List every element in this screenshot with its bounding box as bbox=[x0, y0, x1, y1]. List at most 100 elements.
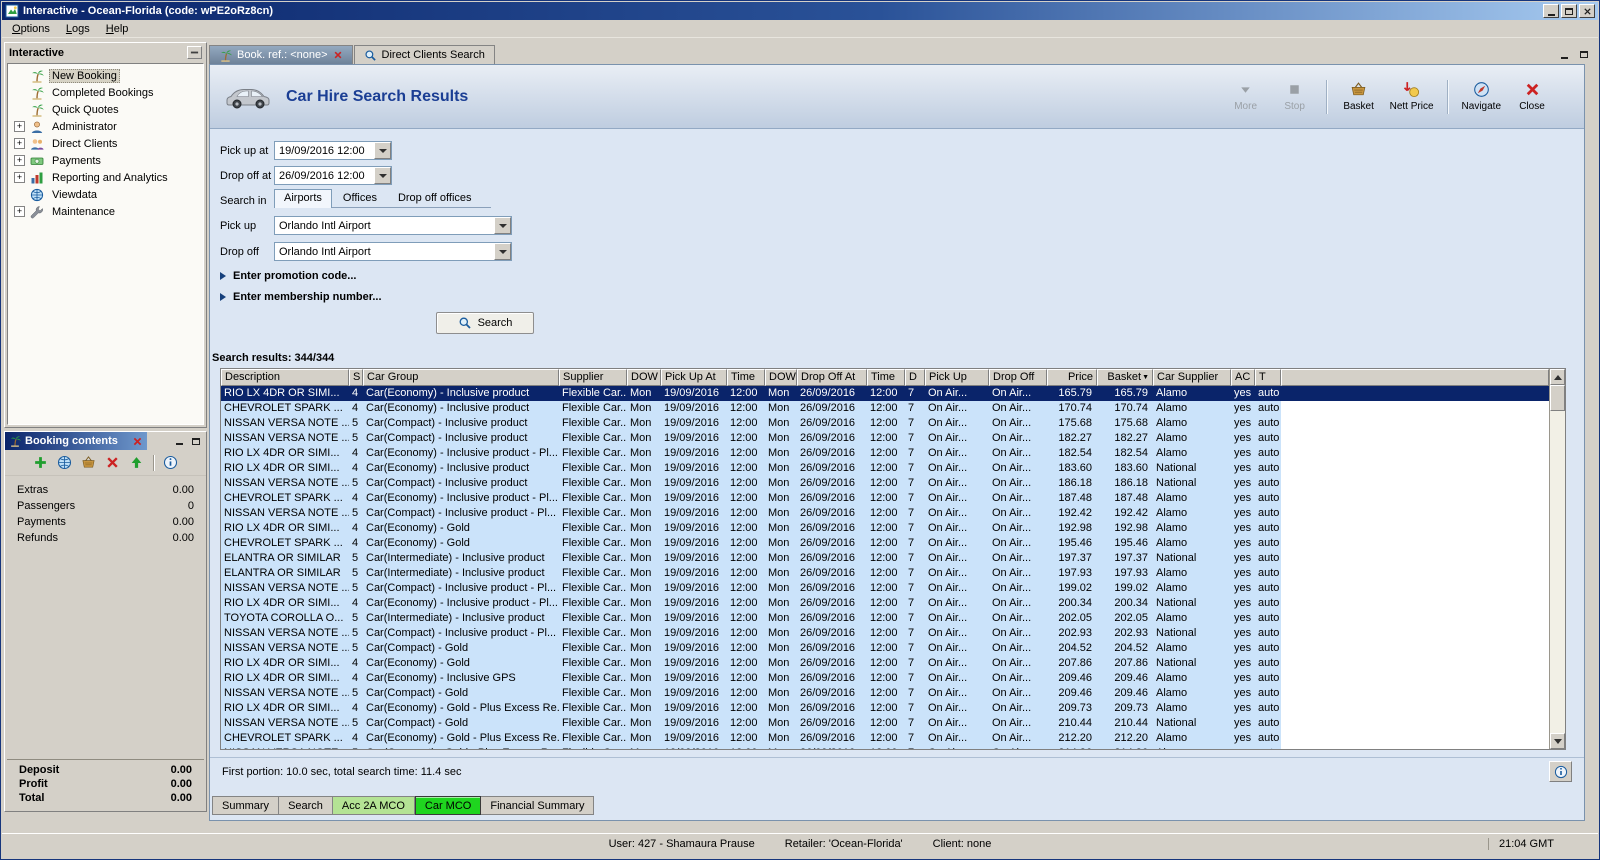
sidebar-item-administrator[interactable]: + Administrator bbox=[8, 118, 203, 135]
info-button[interactable] bbox=[1549, 761, 1572, 782]
bottom-tab-acc-2a-mco[interactable]: Acc 2A MCO bbox=[332, 796, 415, 815]
result-row-5[interactable]: RIO LX 4DR OR SIMI... 4 Car(Economy) - Inc… bbox=[221, 461, 1549, 476]
restore-panel-button[interactable] bbox=[189, 435, 203, 448]
column-header-ac-16[interactable]: AC bbox=[1231, 369, 1255, 386]
result-row-19[interactable]: RIO LX 4DR OR SIMI... 4 Car(Economy) - Inc… bbox=[221, 671, 1549, 686]
chevron-down-icon[interactable] bbox=[374, 167, 391, 184]
dropoff-at-input[interactable]: 26/09/2016 12:00 bbox=[274, 166, 392, 185]
result-row-21[interactable]: RIO LX 4DR OR SIMI... 4 Car(Economy) - Gol… bbox=[221, 701, 1549, 716]
column-header-description-0[interactable]: Description bbox=[221, 369, 349, 386]
delete-item-button[interactable] bbox=[105, 455, 121, 471]
close-booking-panel-button[interactable] bbox=[132, 436, 143, 447]
column-header-drop-off-at-8[interactable]: Drop Off At bbox=[797, 369, 867, 386]
result-row-4[interactable]: RIO LX 4DR OR SIMI... 4 Car(Economy) - Inc… bbox=[221, 446, 1549, 461]
dropoff-location-select[interactable]: Orlando Intl Airport bbox=[274, 242, 512, 261]
restore-document-button[interactable] bbox=[1577, 48, 1591, 61]
result-row-3[interactable]: NISSAN VERSA NOTE ... 5 Car(Compact) - Inc… bbox=[221, 431, 1549, 446]
result-row-0[interactable]: RIO LX 4DR OR SIMI... 4 Car(Economy) - Inc… bbox=[221, 386, 1549, 401]
column-header-d-10[interactable]: D bbox=[905, 369, 925, 386]
tab-book-ref-none[interactable]: Book. ref.: <none> bbox=[209, 45, 353, 64]
column-header-dow-7[interactable]: DOW bbox=[765, 369, 797, 386]
pickup-location-select[interactable]: Orlando Intl Airport bbox=[274, 216, 512, 235]
booking-contents-tab[interactable]: Booking contents bbox=[5, 432, 147, 450]
result-row-9[interactable]: RIO LX 4DR OR SIMI... 4 Car(Economy) - Gol… bbox=[221, 521, 1549, 536]
result-row-14[interactable]: RIO LX 4DR OR SIMI... 4 Car(Economy) - Inc… bbox=[221, 596, 1549, 611]
booking-row-extras[interactable]: Extras 0.00 bbox=[5, 482, 206, 498]
maximize-button[interactable] bbox=[1561, 4, 1577, 18]
booking-row-deposit[interactable]: Deposit 0.00 bbox=[7, 763, 204, 777]
booking-row-refunds[interactable]: Refunds 0.00 bbox=[5, 530, 206, 546]
result-row-2[interactable]: NISSAN VERSA NOTE ... 5 Car(Compact) - Inc… bbox=[221, 416, 1549, 431]
chevron-down-icon[interactable] bbox=[494, 243, 511, 260]
minimize-panel-button[interactable] bbox=[172, 435, 186, 448]
scrollbar-track[interactable] bbox=[1550, 411, 1565, 733]
result-row-12[interactable]: ELANTRA OR SIMILAR 5 Car(Intermediate) - I… bbox=[221, 566, 1549, 581]
nett-price-button[interactable]: Nett Price bbox=[1390, 81, 1434, 112]
result-row-22[interactable]: NISSAN VERSA NOTE ... 5 Car(Compact) - Gol… bbox=[221, 716, 1549, 731]
booking-row-passengers[interactable]: Passengers 0 bbox=[5, 498, 206, 514]
expand-plus-icon[interactable]: + bbox=[14, 138, 25, 149]
result-row-23[interactable]: CHEVROLET SPARK ... 4 Car(Economy) - Gold … bbox=[221, 731, 1549, 746]
column-header-price-13[interactable]: Price bbox=[1047, 369, 1097, 386]
expand-plus-icon[interactable]: + bbox=[14, 206, 25, 217]
sidebar-item-new-booking[interactable]: New Booking bbox=[8, 67, 203, 84]
bottom-tab-car-mco[interactable]: Car MCO bbox=[414, 796, 482, 815]
search-in-tab-drop-off-offices[interactable]: Drop off offices bbox=[388, 189, 482, 207]
scrollbar-thumb[interactable] bbox=[1550, 385, 1565, 411]
booking-row-payments[interactable]: Payments 0.00 bbox=[5, 514, 206, 530]
result-row-15[interactable]: TOYOTA COROLLA O... 5 Car(Intermediate) - … bbox=[221, 611, 1549, 626]
column-header-s-1[interactable]: S bbox=[349, 369, 363, 386]
column-header-drop-off-12[interactable]: Drop Off bbox=[989, 369, 1047, 386]
sidebar-item-reporting-and-analytics[interactable]: + Reporting and Analytics bbox=[8, 169, 203, 186]
scroll-up-button[interactable] bbox=[1550, 369, 1565, 385]
column-header-supplier-3[interactable]: Supplier bbox=[559, 369, 627, 386]
menu-options[interactable]: Options bbox=[4, 21, 58, 37]
column-header-pick-up-at-5[interactable]: Pick Up At bbox=[661, 369, 727, 386]
column-header-car-supplier-15[interactable]: Car Supplier bbox=[1153, 369, 1231, 386]
result-row-11[interactable]: ELANTRA OR SIMILAR 5 Car(Intermediate) - I… bbox=[221, 551, 1549, 566]
result-row-18[interactable]: RIO LX 4DR OR SIMI... 4 Car(Economy) - Gol… bbox=[221, 656, 1549, 671]
search-in-tab-airports[interactable]: Airports bbox=[274, 189, 332, 208]
expand-plus-icon[interactable]: + bbox=[14, 172, 25, 183]
menu-help[interactable]: Help bbox=[98, 21, 137, 37]
bottom-tab-search[interactable]: Search bbox=[279, 796, 333, 815]
chevron-down-icon[interactable] bbox=[374, 142, 391, 159]
sidebar-item-quick-quotes[interactable]: Quick Quotes bbox=[8, 101, 203, 118]
bottom-tab-financial-summary[interactable]: Financial Summary bbox=[481, 796, 595, 815]
result-row-24[interactable]: NISSAN VERSA NOTE ...5Car(Compact) - Gol… bbox=[221, 746, 1549, 749]
vertical-scrollbar[interactable] bbox=[1549, 369, 1565, 749]
result-row-8[interactable]: NISSAN VERSA NOTE ... 5 Car(Compact) - Inc… bbox=[221, 506, 1549, 521]
chevron-down-icon[interactable] bbox=[494, 217, 511, 234]
tab-close-icon[interactable] bbox=[333, 50, 343, 60]
minimize-button[interactable] bbox=[1543, 4, 1559, 18]
result-row-7[interactable]: CHEVROLET SPARK ... 4 Car(Economy) - Inclu… bbox=[221, 491, 1549, 506]
result-row-10[interactable]: CHEVROLET SPARK ... 4 Car(Economy) - Gold F… bbox=[221, 536, 1549, 551]
column-header-time-6[interactable]: Time bbox=[727, 369, 765, 386]
sidebar-item-completed-bookings[interactable]: Completed Bookings bbox=[8, 84, 203, 101]
column-header-pick-up-11[interactable]: Pick Up bbox=[925, 369, 989, 386]
column-header-car-group-2[interactable]: Car Group bbox=[363, 369, 559, 386]
column-header-time-9[interactable]: Time bbox=[867, 369, 905, 386]
basket-button[interactable]: Basket bbox=[1341, 81, 1377, 112]
web-button[interactable] bbox=[57, 455, 73, 471]
minimize-document-button[interactable] bbox=[1557, 48, 1571, 61]
collapse-panel-button[interactable] bbox=[187, 46, 202, 59]
column-header-t-17[interactable]: T bbox=[1255, 369, 1281, 386]
result-row-16[interactable]: NISSAN VERSA NOTE ... 5 Car(Compact) - Inc… bbox=[221, 626, 1549, 641]
item-info-button[interactable] bbox=[163, 455, 179, 471]
basket-transfer-button[interactable] bbox=[81, 455, 97, 471]
bottom-tab-summary[interactable]: Summary bbox=[212, 796, 280, 815]
result-row-17[interactable]: NISSAN VERSA NOTE ... 5 Car(Compact) - Gol… bbox=[221, 641, 1549, 656]
membership-number-expander[interactable]: Enter membership number... bbox=[220, 291, 382, 303]
navigate-button[interactable]: Navigate bbox=[1462, 81, 1501, 112]
booking-row-total[interactable]: Total 0.00 bbox=[7, 791, 204, 805]
scroll-down-button[interactable] bbox=[1550, 733, 1565, 749]
expand-plus-icon[interactable]: + bbox=[14, 155, 25, 166]
search-in-tab-offices[interactable]: Offices bbox=[333, 189, 387, 207]
menu-logs[interactable]: Logs bbox=[58, 21, 98, 37]
column-header-dow-4[interactable]: DOW bbox=[627, 369, 661, 386]
result-row-13[interactable]: NISSAN VERSA NOTE ... 5 Car(Compact) - Inc… bbox=[221, 581, 1549, 596]
close-button[interactable]: Close bbox=[1514, 81, 1550, 112]
sidebar-item-direct-clients[interactable]: + Direct Clients bbox=[8, 135, 203, 152]
tab-direct-clients-search[interactable]: Direct Clients Search bbox=[353, 45, 495, 64]
